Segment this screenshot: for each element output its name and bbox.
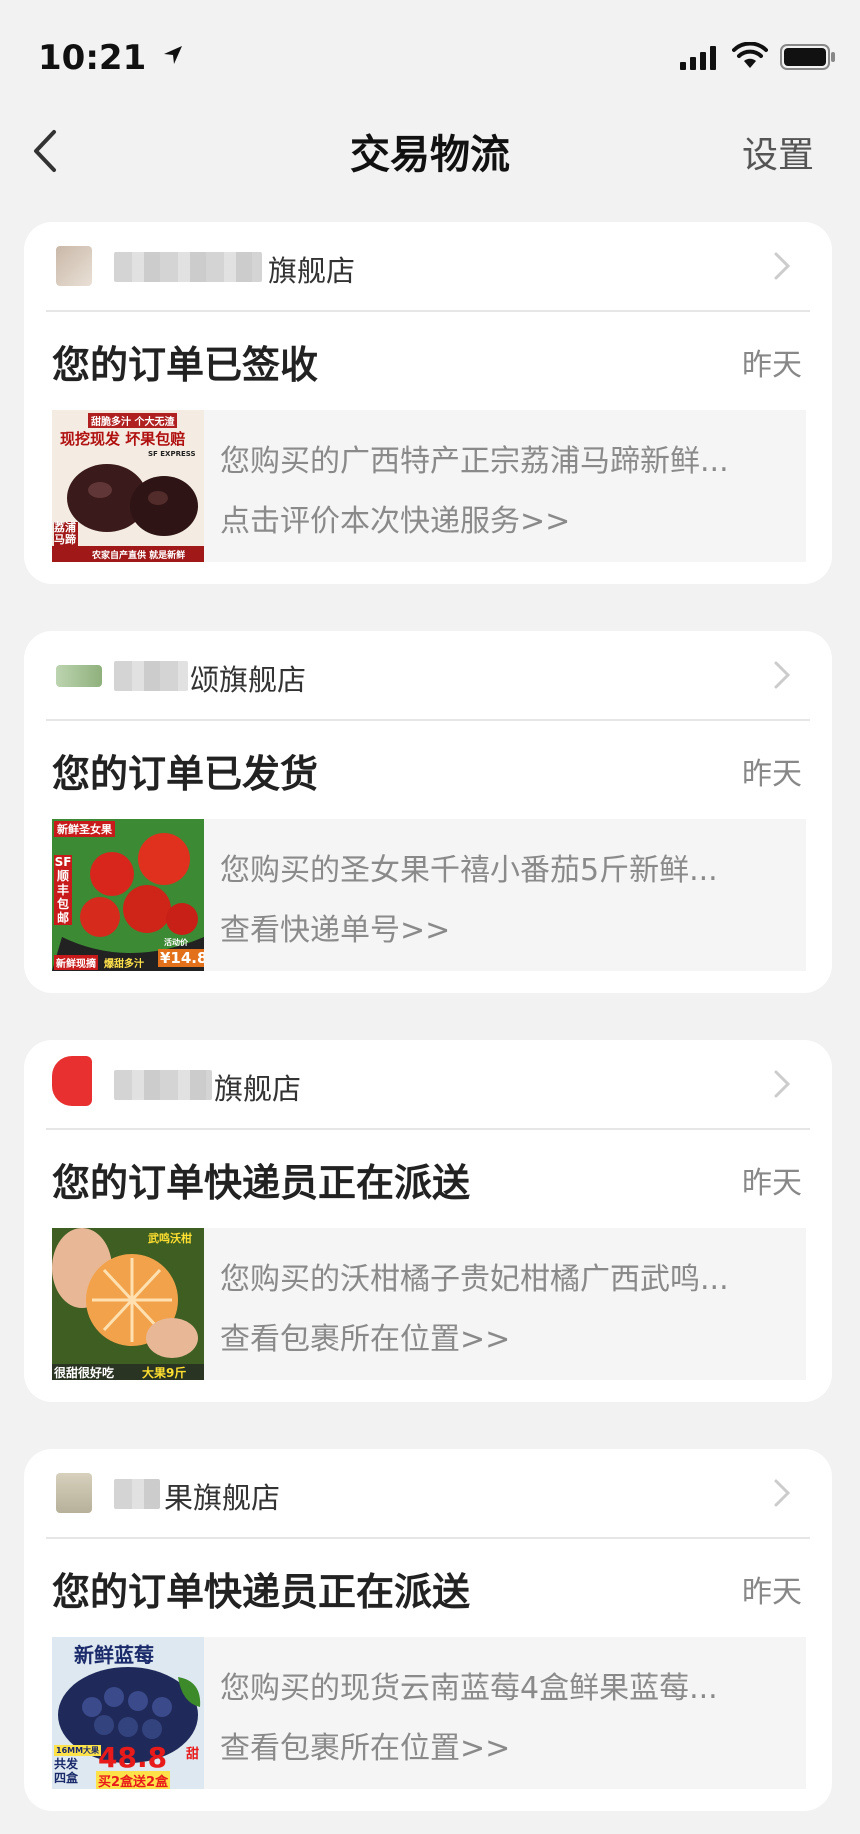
order-detail[interactable]: 新鲜圣女果 SF顺丰包邮 新鲜现摘 爆甜多汁 活动价 ¥14.8 您购买的圣女果… (52, 819, 806, 971)
product-thumbnail: 甜脆多汁 个大无渣 现挖现发 坏果包赔 SF EXPRESS 荔浦马蹄 农家自产… (52, 410, 204, 562)
status-bar: 10:21 (0, 0, 860, 110)
thumb-bottom-left: 很甜很好吃 (54, 1366, 115, 1380)
thumb-top-text: 新鲜圣女果 (54, 821, 115, 837)
divider (46, 1537, 810, 1539)
divider (46, 310, 810, 312)
product-thumbnail: 新鲜蓝莓 16MM大果 共发四盒 48.8 甜 买2盒送2盒 (52, 1637, 204, 1789)
chevron-right-icon (774, 1070, 791, 1098)
shop-name-blurred (114, 252, 262, 282)
chevron-right-icon (774, 661, 791, 689)
shop-name-blurred (114, 1070, 212, 1100)
thumb-price: 48.8 (98, 1741, 168, 1774)
tracking-number-link[interactable]: 查看快递单号>> (220, 905, 450, 949)
shop-name: 旗舰店 (214, 1072, 302, 1106)
shop-logo (56, 665, 102, 687)
divider (46, 719, 810, 721)
shop-row[interactable]: 旗舰店 (24, 1040, 832, 1130)
shop-row[interactable]: 旗舰店 (24, 222, 832, 312)
shop-logo (52, 1056, 92, 1106)
order-description: 您购买的沃柑橘子贵妃柑橘广西武鸣... (220, 1262, 729, 1297)
location-arrow-icon (164, 46, 182, 64)
shop-name-blurred (114, 661, 188, 691)
cellular-signal-icon (680, 46, 716, 70)
order-description: 您购买的圣女果千禧小番茄5斤新鲜... (220, 853, 718, 888)
product-thumbnail: 新鲜圣女果 SF顺丰包邮 新鲜现摘 爆甜多汁 活动价 ¥14.8 (52, 819, 204, 971)
thumb-sweet: 甜 (186, 1747, 200, 1762)
order-detail[interactable]: 武鸣沃柑 很甜很好吃 大果9斤 您购买的沃柑橘子贵妃柑橘广西武鸣... 查看包裹… (52, 1228, 806, 1380)
status-time: 10:21 (38, 38, 147, 78)
order-card[interactable]: 果旗舰店 您的订单快递员正在派送 昨天 新鲜蓝莓 16MM大果 共发四盒 48.… (24, 1449, 832, 1811)
shop-row[interactable]: 颂旗舰店 (24, 631, 832, 721)
order-detail[interactable]: 新鲜蓝莓 16MM大果 共发四盒 48.8 甜 买2盒送2盒 您购买的现货云南蓝… (52, 1637, 806, 1789)
thumb-top-text: 武鸣沃柑 (148, 1232, 192, 1245)
shop-name: 旗舰店 (268, 254, 356, 288)
order-time: 昨天 (742, 1575, 802, 1610)
package-location-link[interactable]: 查看包裹所在位置>> (220, 1314, 510, 1358)
thumb-corner: 荔浦马蹄 (54, 521, 78, 546)
order-card[interactable]: 旗舰店 您的订单已签收 昨天 甜脆多汁 个大无渣 现挖现发 坏果包赔 SF EX… (24, 222, 832, 584)
thumb-count: 共发四盒 (54, 1757, 79, 1785)
chevron-right-icon (774, 252, 791, 280)
order-status: 您的订单快递员正在派送 (52, 1161, 471, 1205)
page-title: 交易物流 (350, 132, 510, 178)
thumb-size: 16MM大果 (54, 1745, 102, 1756)
shop-logo (56, 246, 92, 286)
wifi-icon (732, 42, 768, 68)
thumb-bottom-mid: 爆甜多汁 (104, 959, 144, 970)
shop-name: 果旗舰店 (164, 1481, 281, 1515)
thumb-bottom-left: 新鲜现摘 (54, 955, 98, 970)
order-detail[interactable]: 甜脆多汁 个大无渣 现挖现发 坏果包赔 SF EXPRESS 荔浦马蹄 农家自产… (52, 410, 806, 562)
order-description: 您购买的现货云南蓝莓4盒鲜果蓝莓... (220, 1671, 718, 1706)
shop-name-blurred (114, 1479, 160, 1509)
battery-icon (780, 44, 835, 70)
order-description: 您购买的广西特产正宗荔浦马蹄新鲜... (220, 444, 729, 479)
thumb-side: SF顺丰包邮 (54, 855, 72, 925)
shop-logo (56, 1473, 92, 1513)
thumb-bottom-right: 大果9斤 (142, 1366, 187, 1380)
chevron-right-icon (774, 1479, 791, 1507)
order-card[interactable]: 旗舰店 您的订单快递员正在派送 昨天 武鸣沃柑 很甜很好吃 大果9斤 您购买的沃… (24, 1040, 832, 1402)
thumb-price-label: 活动价 (164, 938, 188, 947)
thumb-bottom: 农家自产直供 就是新鲜 (92, 551, 186, 561)
settings-button[interactable]: 设置 (742, 126, 814, 178)
product-thumbnail: 武鸣沃柑 很甜很好吃 大果9斤 (52, 1228, 204, 1380)
shop-name: 颂旗舰店 (190, 663, 307, 697)
nav-bar: 交易物流 设置 (0, 110, 860, 190)
order-time: 昨天 (742, 1166, 802, 1201)
tangerine-illustration (52, 1228, 204, 1380)
order-time: 昨天 (742, 348, 802, 383)
thumb-price: ¥14.8 (158, 949, 204, 967)
package-location-link[interactable]: 查看包裹所在位置>> (220, 1723, 510, 1767)
order-card[interactable]: 颂旗舰店 您的订单已发货 昨天 新鲜圣女果 SF顺丰包邮 新鲜现摘 爆甜多汁 活… (24, 631, 832, 993)
order-status: 您的订单已发货 (52, 752, 319, 796)
shop-row[interactable]: 果旗舰店 (24, 1449, 832, 1539)
rate-delivery-link[interactable]: 点击评价本次快递服务>> (220, 496, 570, 540)
thumb-promo: 买2盒送2盒 (96, 1771, 171, 1789)
divider (46, 1128, 810, 1130)
order-status: 您的订单快递员正在派送 (52, 1570, 471, 1614)
order-time: 昨天 (742, 757, 802, 792)
thumb-top-text: 新鲜蓝莓 (74, 1643, 154, 1667)
order-status: 您的订单已签收 (52, 343, 319, 387)
